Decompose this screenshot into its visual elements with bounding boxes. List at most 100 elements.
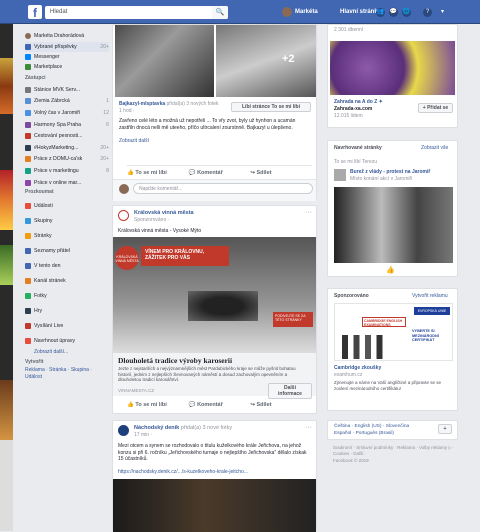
like-page-button[interactable]: Líbí stránce To se mi líbí [231, 102, 311, 112]
language-card: Čeština · English (US) · Slovenčina Espa… [327, 420, 458, 440]
like-button[interactable]: 👍 To se mi líbí [127, 170, 189, 176]
page-cover-image[interactable] [330, 41, 455, 95]
see-more-link[interactable]: Zobrazit další [119, 138, 149, 144]
ad-domain: examhum.cz [334, 372, 363, 378]
create-ad-link[interactable]: Vytvořit reklamu [412, 293, 448, 299]
sidebar-item-icon [25, 217, 31, 224]
comment-input[interactable]: Napište komentář... [133, 183, 313, 194]
ad-title[interactable]: Cambridge zkoušky [334, 365, 381, 371]
sidebar-item[interactable]: Vybrané příspěvky 20+ [25, 42, 109, 52]
post-action: přidal(a) 3 nových fotek [166, 101, 219, 107]
language-links[interactable]: Español · Português (Brasil) [334, 431, 394, 436]
see-more-link[interactable]: Zobrazit další... [34, 349, 68, 355]
share-button[interactable]: ↪ Sdílet [250, 402, 312, 408]
page-title[interactable]: Zahrada na A do Z ✦ [334, 99, 383, 105]
sidebar-item[interactable]: Seznamy přátel [25, 243, 109, 258]
create-links[interactable]: Reklama · Stránka · Skupina · Událost [25, 367, 109, 381]
facebook-logo[interactable]: f [28, 5, 42, 20]
page-thumb[interactable] [334, 169, 346, 181]
sidebar-item[interactable]: Navrhnout úpravy [25, 333, 109, 348]
page-cover-image[interactable] [334, 187, 453, 263]
post-text: Zavřeno celé léto a možná už nepotřeli .… [119, 118, 296, 131]
background-image [0, 440, 13, 531]
post-photo[interactable] [115, 25, 214, 97]
card-heading: Sponzorováno [334, 293, 369, 299]
avatar [282, 7, 292, 17]
page-title[interactable]: Burež z vlády - protest na Jaromiř [350, 169, 430, 175]
ad-logo: KRÁLOVSKÁ VINNÁ MĚSTA [115, 246, 139, 270]
sidebar-item[interactable]: Messenger [25, 52, 109, 62]
sidebar-item[interactable]: Skupiny [25, 213, 109, 228]
sidebar-item[interactable]: Hry [25, 303, 109, 318]
page-logo[interactable] [118, 425, 129, 436]
create-heading: Vytvořit [25, 359, 44, 365]
people-photo [342, 335, 394, 359]
sidebar-item[interactable]: Harmony Spa Praha 6 [25, 119, 109, 131]
ad-description: Zjmenujte a náme na Vaší angličtiné a př… [334, 380, 441, 391]
sidebar-user[interactable]: Markéta Drahorádová [25, 31, 109, 40]
language-links[interactable]: Čeština · English (US) · Slovenčina [334, 424, 409, 429]
more-options-icon[interactable]: ··· [305, 209, 312, 216]
footer-links[interactable]: Soukromí · Smluvní podmínky · Reklama · … [333, 445, 455, 456]
sidebar-item-label: Kanál stránek [34, 277, 66, 284]
search-icon[interactable]: 🔍 [212, 6, 228, 19]
sidebar-item-icon [25, 121, 31, 128]
page-name: Zahrada na A do Z [334, 99, 378, 105]
dropdown-icon[interactable]: ▾ [438, 8, 447, 17]
profile-link[interactable]: Markéta [282, 7, 318, 17]
sidebar-item[interactable]: Stránky [25, 228, 109, 243]
sidebar-item-label: Fotky [34, 292, 47, 299]
friends-icon[interactable]: 👥 [376, 8, 385, 17]
page-link[interactable]: Bajkazyl-mlsptavka [119, 101, 165, 107]
comment-label: Komentář [197, 170, 223, 176]
share-button[interactable]: ↪ Sdílet [250, 170, 312, 176]
more-options-icon[interactable]: ··· [305, 424, 312, 431]
notifications-icon[interactable]: 🌐 [402, 8, 411, 17]
sidebar-item[interactable]: Vysílání Live [25, 318, 109, 333]
sidebar-item-label: Vybrané příspěvky [34, 44, 77, 50]
like-button[interactable]: 👍 To se mi líbí [127, 402, 189, 408]
sidebar-item[interactable]: Kanál stránek [25, 273, 109, 288]
page-logo[interactable] [118, 210, 129, 221]
sidebar-item[interactable]: Práce z DOMU-ca'sk 20+ [25, 154, 109, 166]
card-heading: Navrhované stránky [334, 145, 382, 151]
see-all-link[interactable]: Zobrazit vše [421, 145, 448, 151]
page-link[interactable]: Královská vinná města [134, 210, 194, 216]
count-badge: 20+ [100, 156, 109, 163]
sidebar-item-label: Seznamy přátel [34, 247, 71, 254]
home-link[interactable]: Hlavní stránka [340, 9, 381, 15]
help-icon[interactable]: ? [423, 8, 432, 17]
sidebar-item[interactable]: Události [25, 198, 109, 213]
join-button[interactable]: + Přidat se [418, 103, 453, 113]
count-badge: 8 [106, 167, 109, 174]
learn-more-button[interactable]: Další informace [268, 383, 312, 399]
more-photos-tile[interactable]: +2 [216, 25, 316, 97]
sidebar-item[interactable]: Fotky [25, 288, 109, 303]
search-input[interactable]: Hledat [45, 6, 228, 19]
sidebar-item[interactable]: Cestování pexnosti... [25, 130, 109, 142]
comment-button[interactable]: 💬 Komentář [189, 402, 251, 408]
sidebar-item[interactable]: Marketplace [25, 62, 109, 72]
sidebar-item[interactable]: Ziemia Zábrcká 1 [25, 96, 109, 108]
sidebar-item-label: Navrhnout úpravy [34, 337, 75, 344]
comment-button[interactable]: 💬 Komentář [189, 170, 251, 176]
sidebar-item[interactable]: V tento den [25, 258, 109, 273]
sidebar-item[interactable]: Volný čas v Jaromiři 12 [25, 107, 109, 119]
count-badge: 12 [103, 109, 109, 116]
sidebar-item[interactable]: Práce v marketingu 8 [25, 165, 109, 177]
sidebar-item[interactable]: Práce v online mar... [25, 177, 109, 189]
link-description: Jezte z nejstarších a nejvýznamnějších m… [118, 366, 296, 382]
add-language-button[interactable]: + [438, 424, 452, 434]
messenger-icon[interactable]: 💬 [389, 8, 398, 17]
sidebar-item-icon [25, 109, 31, 116]
post-photo[interactable] [113, 479, 316, 532]
post-link[interactable]: https://nachodsky.denik.cz/.../s-kuzelko… [118, 469, 248, 475]
car-image [188, 291, 258, 321]
page-likes: 12.015 lidem [334, 113, 363, 119]
page-link[interactable]: Náchodský deník [134, 425, 179, 431]
sidebar-item-label: #HokyzMarketing... [34, 144, 79, 151]
like-icon[interactable]: 👍 [386, 266, 395, 274]
sidebar-item[interactable]: #HokyzMarketing... 20+ [25, 142, 109, 154]
sidebar-item-icon [25, 54, 31, 60]
sidebar-item[interactable]: Stánice MVK Serv... [25, 84, 109, 96]
